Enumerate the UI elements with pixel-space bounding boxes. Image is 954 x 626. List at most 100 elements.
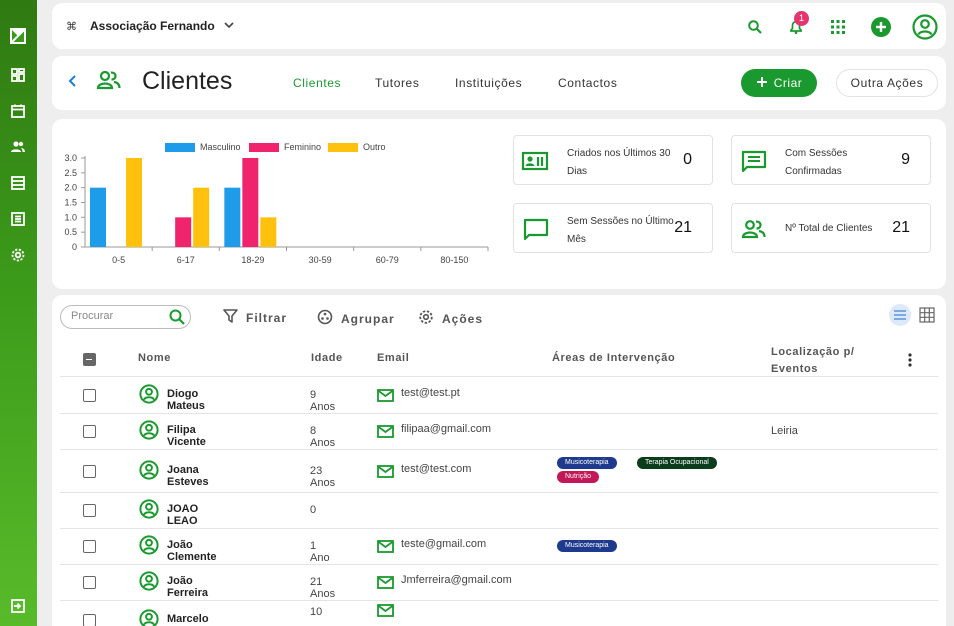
settings-icon[interactable] (9, 246, 27, 264)
user-avatar-icon[interactable] (911, 13, 939, 41)
column-header-name[interactable]: Nome (138, 352, 171, 364)
row-checkbox[interactable] (83, 464, 96, 478)
search-icon[interactable] (743, 15, 767, 39)
row-checkbox[interactable] (83, 504, 96, 517)
client-name[interactable]: JOAO LEAO (167, 503, 198, 527)
stat-card-total-clients: Nº Total de Clientes 21 (731, 203, 931, 253)
row-checkbox[interactable] (83, 576, 96, 589)
chart-legend-label: Outro (363, 142, 386, 152)
mail-icon (377, 425, 394, 443)
chart-y-tick-label: 1.5 (64, 198, 77, 208)
tab-contactos[interactable]: Contactos (558, 76, 617, 90)
filter-icon (223, 309, 238, 326)
row-checkbox[interactable] (83, 614, 96, 626)
client-email[interactable]: test@test.com (401, 463, 471, 475)
message-icon (739, 149, 769, 178)
column-header-location-line1: Localização p/ (771, 346, 855, 358)
column-options-icon[interactable] (905, 352, 915, 373)
sidebar (0, 0, 37, 626)
row-divider (60, 600, 938, 601)
logout-icon[interactable] (9, 597, 27, 615)
apps-grid-icon[interactable] (826, 15, 850, 39)
row-divider (60, 413, 938, 414)
brand-logo-icon[interactable] (9, 27, 27, 45)
column-header-location[interactable]: Localização p/ Eventos (771, 344, 855, 378)
stat-card-confirmed-sessions: Com Sessões Confirmadas 9 (731, 135, 931, 185)
row-checkbox[interactable] (83, 425, 96, 438)
stat-label: Sem Sessões no Último Mês (567, 216, 674, 245)
users-icon[interactable] (9, 138, 27, 156)
column-header-age[interactable]: Idade (311, 352, 343, 364)
stat-label: Com Sessões Confirmadas (785, 148, 848, 177)
dashboard-icon[interactable] (9, 66, 27, 84)
client-avatar-icon (139, 609, 159, 626)
filter-button[interactable]: Filtrar (223, 309, 287, 326)
organization-name[interactable]: Associação Fernando (90, 19, 215, 33)
grid-view-icon[interactable] (916, 304, 938, 326)
chat-bubble-icon (521, 217, 551, 246)
client-email[interactable]: test@test.pt (401, 387, 460, 399)
clients-table-panel: Filtrar Agrupar Ações Nome Idade Email Á… (52, 295, 946, 626)
client-email[interactable]: Jmferreira@gmail.com (401, 574, 512, 586)
client-name[interactable]: Filipa Vicente (167, 424, 206, 448)
mail-icon (377, 540, 394, 558)
client-age: 8 Anos (310, 425, 336, 449)
add-circle-icon[interactable] (869, 15, 893, 39)
chevron-down-icon[interactable] (222, 18, 236, 37)
client-avatar-icon (139, 384, 159, 409)
client-name[interactable]: João Clemente (167, 539, 217, 563)
chart-x-tick-label: 6-17 (177, 255, 195, 265)
select-all-checkbox[interactable] (83, 353, 96, 366)
filter-label: Filtrar (246, 310, 288, 325)
create-button-label: Criar (773, 76, 803, 90)
tab-clientes[interactable]: Clientes (293, 76, 341, 90)
client-age: 9 Anos (310, 389, 336, 413)
chart-bar (224, 187, 241, 247)
column-header-areas[interactable]: Áreas de Intervenção (552, 352, 675, 364)
intervention-area-tag: Terapia Ocupacional (637, 456, 717, 469)
mail-icon (377, 389, 394, 407)
tab-tutores[interactable]: Tutores (375, 76, 419, 90)
client-avatar-icon (139, 420, 159, 445)
row-checkbox[interactable] (83, 540, 96, 553)
other-actions-button[interactable]: Outra Ações (836, 69, 938, 97)
stat-label: Criados nos Últimos 30 Dias (567, 148, 671, 177)
calendar-icon[interactable] (9, 102, 27, 120)
list-view-icon[interactable] (889, 304, 911, 326)
users-icon (739, 217, 769, 246)
age-gender-chart: 0 0.5 1.0 1.5 2.0 2.5 3.0 0-5 6-17 18-29 30-59 60-7… (52, 119, 502, 289)
chart-legend-swatch (328, 143, 358, 152)
gear-icon (418, 309, 434, 328)
report-icon[interactable] (9, 210, 27, 228)
client-name[interactable]: Marcelo Pereira (167, 613, 209, 626)
chart-bar (193, 187, 210, 247)
client-name[interactable]: Diogo Mateus (167, 388, 205, 412)
search-input[interactable] (71, 310, 166, 322)
client-avatar-icon (139, 571, 159, 596)
client-email[interactable]: teste@gmail.com (401, 538, 486, 550)
chart-svg: 0 0.5 1.0 1.5 2.0 2.5 3.0 0-5 6-17 18-29 30-59 60-7… (64, 142, 489, 265)
chart-y-tick-label: 3.0 (64, 153, 77, 163)
row-divider (60, 449, 938, 450)
client-email[interactable]: filipaa@gmail.com (401, 423, 491, 435)
client-age: 21 Anos (310, 576, 336, 600)
chart-bar (242, 158, 259, 247)
chart-bar (90, 187, 106, 247)
actions-button[interactable]: Ações (418, 309, 483, 328)
search-icon[interactable] (168, 308, 186, 331)
intervention-area-tag: Musicoterapia (557, 540, 617, 552)
chart-x-tick-label: 30-59 (309, 255, 332, 265)
list-icon[interactable] (9, 174, 27, 192)
client-name[interactable]: João Ferreira (167, 575, 208, 599)
search-field[interactable] (60, 305, 191, 329)
back-arrow-icon[interactable] (67, 74, 79, 93)
stat-value: 21 (892, 219, 910, 236)
column-header-email[interactable]: Email (377, 352, 409, 364)
group-label: Agrupar (341, 311, 395, 326)
group-button[interactable]: Agrupar (317, 309, 395, 328)
row-checkbox[interactable] (83, 389, 96, 402)
row-divider (60, 564, 938, 565)
create-button[interactable]: Criar (741, 69, 817, 97)
client-name[interactable]: Joana Esteves (167, 464, 209, 488)
tab-instituicoes[interactable]: Instituições (455, 76, 522, 90)
